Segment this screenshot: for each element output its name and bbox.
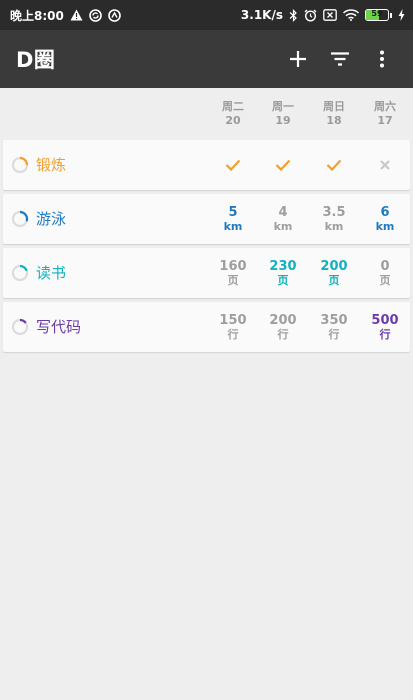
cell-unit: 行 <box>227 328 239 341</box>
cell-value: 4 <box>278 205 288 220</box>
cell-unit: 行 <box>277 328 289 341</box>
more-vert-icon <box>380 50 384 68</box>
cell-unit: km <box>375 220 395 233</box>
cell-value: 500 <box>371 313 399 328</box>
day-header: 周二 20 周一 19 周日 18 周六 17 <box>0 88 413 140</box>
cell-value: 230 <box>269 259 297 274</box>
cell-unit: km <box>223 220 243 233</box>
add-button[interactable] <box>277 38 319 80</box>
day-column-header: 周日 18 <box>309 100 359 128</box>
check-icon <box>275 159 291 172</box>
cell-unit: km <box>324 220 344 233</box>
cell-value: 200 <box>320 259 348 274</box>
habit-cell[interactable]: 160 页 <box>208 248 258 298</box>
habit-name[interactable]: 写代码 <box>36 302 81 352</box>
cell-value: 200 <box>269 313 297 328</box>
sim-off-icon <box>323 9 337 21</box>
more-options-button[interactable] <box>361 38 403 80</box>
day-date: 17 <box>377 114 393 127</box>
day-weekday: 周日 <box>323 100 345 113</box>
habit-cell[interactable] <box>360 140 410 190</box>
habit-cell[interactable]: 200 行 <box>258 302 308 352</box>
progress-ring-icon <box>11 156 29 174</box>
cell-value: 3.5 <box>322 205 346 220</box>
filter-icon <box>331 52 349 66</box>
habit-cell[interactable]: 3.5 km <box>309 194 359 244</box>
day-date: 19 <box>275 114 291 127</box>
cell-unit: 页 <box>227 274 239 287</box>
habit-cell[interactable]: 5 km <box>208 194 258 244</box>
app-title: D圈 <box>16 48 56 72</box>
habit-cell[interactable]: 0 页 <box>360 248 410 298</box>
day-weekday: 周六 <box>374 100 396 113</box>
cell-value: 5 <box>228 205 238 220</box>
habit-cell[interactable] <box>309 140 359 190</box>
progress-ring-icon <box>11 264 29 282</box>
sync-icon <box>89 8 102 22</box>
bluetooth-icon <box>289 8 298 22</box>
day-date: 20 <box>225 114 241 127</box>
habit-cell[interactable]: 150 行 <box>208 302 258 352</box>
habit-row-swim[interactable]: 游泳 5 km 4 km 3.5 km 6 km <box>3 194 410 244</box>
battery-icon: 59 <box>365 9 392 21</box>
progress-ring-icon <box>11 318 29 336</box>
app-bar: D圈 <box>0 30 413 88</box>
cell-unit: 页 <box>277 274 289 287</box>
habit-row-code[interactable]: 写代码 150 行 200 行 350 行 500 行 <box>3 302 410 352</box>
cross-icon <box>380 160 390 170</box>
cell-unit: 页 <box>328 274 340 287</box>
cell-unit: km <box>273 220 293 233</box>
status-left: 晚上8:00 <box>10 7 121 24</box>
check-icon <box>326 159 342 172</box>
status-time: 晚上8:00 <box>10 8 64 23</box>
day-column-header: 周一 19 <box>258 100 308 128</box>
charging-icon <box>398 9 405 21</box>
habit-cell[interactable]: 6 km <box>360 194 410 244</box>
progress-ring-icon <box>11 210 29 228</box>
vpn-icon <box>108 8 121 22</box>
habit-name[interactable]: 锻炼 <box>36 140 66 190</box>
day-column-header: 周六 17 <box>360 100 410 128</box>
filter-button[interactable] <box>319 38 361 80</box>
cell-value: 6 <box>380 205 390 220</box>
cell-unit: 页 <box>379 274 391 287</box>
habit-list: 锻炼 游泳 5 km 4 km 3.5 km 6 km 读书 160 页 230… <box>3 140 410 356</box>
habit-name[interactable]: 读书 <box>36 248 66 298</box>
network-speed: 3.1K/s <box>240 8 283 22</box>
habit-cell[interactable]: 500 行 <box>360 302 410 352</box>
day-date: 18 <box>326 114 342 127</box>
check-icon <box>225 159 241 172</box>
status-bar: 晚上8:00 3.1K/s 59 <box>0 0 413 30</box>
cell-value: 350 <box>320 313 348 328</box>
habit-cell[interactable]: 350 行 <box>309 302 359 352</box>
habit-cell[interactable] <box>208 140 258 190</box>
status-right: 3.1K/s 59 <box>241 8 405 22</box>
habit-cell[interactable]: 200 页 <box>309 248 359 298</box>
habit-row-exercise[interactable]: 锻炼 <box>3 140 410 190</box>
day-weekday: 周一 <box>272 100 294 113</box>
cell-unit: 行 <box>328 328 340 341</box>
cell-value: 0 <box>380 259 390 274</box>
cell-value: 160 <box>219 259 247 274</box>
battery-level: 59 <box>371 9 383 18</box>
habit-row-read[interactable]: 读书 160 页 230 页 200 页 0 页 <box>3 248 410 298</box>
habit-cell[interactable] <box>258 140 308 190</box>
add-icon <box>290 51 306 67</box>
habit-cell[interactable]: 4 km <box>258 194 308 244</box>
cell-value: 150 <box>219 313 247 328</box>
wifi-icon <box>343 9 359 21</box>
habit-name[interactable]: 游泳 <box>36 194 66 244</box>
day-column-header: 周二 20 <box>208 100 258 128</box>
day-weekday: 周二 <box>222 100 244 113</box>
alarm-icon <box>304 9 317 22</box>
warning-icon <box>70 9 83 21</box>
cell-unit: 行 <box>379 328 391 341</box>
habit-cell[interactable]: 230 页 <box>258 248 308 298</box>
